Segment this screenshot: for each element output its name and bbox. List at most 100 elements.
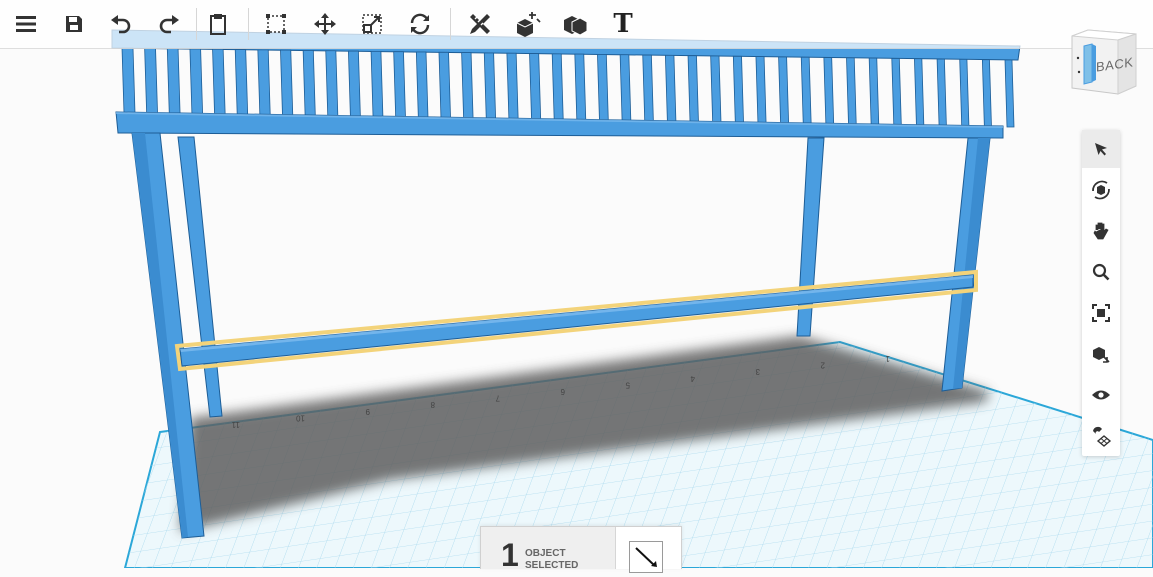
pan-tool[interactable] — [1082, 212, 1120, 250]
baluster[interactable] — [438, 51, 451, 119]
baluster[interactable] — [755, 56, 767, 124]
undo-button[interactable] — [101, 4, 141, 44]
fit-frame-icon — [1092, 304, 1110, 322]
text-t-icon: T — [613, 9, 633, 39]
baluster[interactable] — [415, 51, 429, 119]
scale-icon — [362, 14, 382, 34]
baluster[interactable] — [212, 48, 226, 115]
undo-icon — [111, 15, 131, 34]
magnifier-icon — [1092, 263, 1110, 281]
baluster[interactable] — [597, 54, 609, 121]
baluster[interactable] — [325, 50, 339, 117]
redo-button[interactable] — [149, 4, 189, 44]
grid-tick-label: 5 — [625, 380, 630, 389]
menu-button[interactable] — [6, 4, 46, 44]
orbit-tool[interactable] — [1082, 171, 1120, 209]
paste-button[interactable] — [198, 4, 238, 44]
workplane-viewport[interactable]: 11 10 9 8 7 6 5 4 3 2 1 — [0, 0, 1153, 568]
grid-tick-label: 3 — [755, 367, 760, 376]
baluster[interactable] — [483, 52, 497, 120]
baluster[interactable] — [619, 54, 632, 122]
baluster[interactable] — [710, 55, 722, 123]
cube-arrows-icon — [516, 12, 541, 37]
cube-button[interactable] — [507, 4, 547, 44]
zoom-tool[interactable] — [1082, 253, 1120, 291]
selection-summary: 1 OBJECT SELECTED — [481, 527, 616, 573]
grid-tick-label: 1 — [885, 354, 890, 363]
cube-view-icon — [1093, 347, 1110, 363]
bounding-box-icon — [266, 14, 286, 34]
baluster[interactable] — [529, 53, 542, 120]
baluster[interactable] — [302, 50, 316, 117]
edit-shape-button[interactable] — [629, 541, 663, 573]
grid-tick-label: 2 — [820, 361, 825, 370]
selection-panel: 1 OBJECT SELECTED — [480, 526, 682, 573]
selection-label-line1: OBJECT — [525, 548, 566, 559]
baluster[interactable] — [393, 51, 406, 118]
save-button[interactable] — [54, 4, 94, 44]
selection-count: 1 — [501, 537, 519, 573]
baluster[interactable] — [121, 47, 136, 114]
hamburger-icon — [16, 16, 36, 32]
perspective-tool[interactable] — [1082, 335, 1120, 373]
baluster[interactable] — [800, 56, 812, 125]
fit-view-tool[interactable] — [1082, 294, 1120, 332]
baluster[interactable] — [1004, 59, 1015, 128]
snap-tool[interactable] — [1082, 417, 1120, 455]
baluster[interactable] — [891, 58, 902, 126]
baluster[interactable] — [981, 59, 992, 128]
baluster[interactable] — [574, 53, 587, 121]
baluster[interactable] — [551, 53, 564, 121]
baluster[interactable] — [144, 47, 158, 114]
grid-tick-label: 6 — [560, 387, 565, 396]
rotate-button[interactable] — [400, 4, 440, 44]
group-button[interactable] — [555, 4, 595, 44]
floppy-disk-icon — [66, 16, 82, 32]
hand-icon — [1093, 222, 1109, 240]
text-button[interactable]: T — [603, 4, 643, 44]
baluster[interactable] — [257, 49, 271, 116]
baluster[interactable] — [868, 57, 880, 126]
grid-tick-label: 9 — [365, 407, 370, 416]
baluster[interactable] — [936, 58, 947, 127]
ruler-pencil-icon — [470, 14, 490, 34]
grid-tick-label: 4 — [690, 374, 695, 383]
move-button[interactable] — [305, 4, 345, 44]
clipboard-icon — [210, 14, 226, 35]
select-bounding-button[interactable] — [256, 4, 296, 44]
grid-tick-label: 10 — [296, 413, 305, 422]
orbit-icon — [1092, 180, 1110, 200]
baluster[interactable] — [189, 48, 204, 115]
magnet-grid-icon — [1093, 426, 1112, 447]
baluster[interactable] — [370, 50, 384, 118]
baluster[interactable] — [687, 55, 699, 123]
scale-button[interactable] — [352, 4, 392, 44]
baluster[interactable] — [642, 54, 654, 122]
baluster[interactable] — [959, 58, 970, 127]
baluster[interactable] — [347, 50, 361, 117]
baluster[interactable] — [461, 52, 474, 119]
move-arrows-icon — [314, 13, 336, 35]
selection-label-line2: SELECTED — [525, 560, 579, 571]
grid-tick-label: 7 — [495, 394, 500, 403]
top-toolbar: T — [0, 0, 1153, 49]
eye-icon — [1092, 390, 1110, 400]
baluster[interactable] — [778, 56, 790, 124]
rotate-icon — [410, 13, 430, 35]
baluster[interactable] — [914, 58, 925, 126]
measure-button[interactable] — [460, 4, 500, 44]
view-tools-sidebar — [1082, 130, 1120, 456]
pointer-arrow-icon — [1095, 143, 1107, 156]
baluster[interactable] — [506, 52, 519, 120]
baluster[interactable] — [280, 49, 294, 116]
baluster[interactable] — [846, 57, 857, 125]
grid-tick-label: 11 — [231, 420, 240, 429]
grid-tick-label: 8 — [430, 400, 435, 409]
baluster[interactable] — [664, 54, 677, 123]
select-tool[interactable] — [1082, 130, 1120, 168]
baluster[interactable] — [823, 57, 835, 125]
baluster[interactable] — [732, 55, 744, 124]
baluster[interactable] — [166, 48, 181, 115]
baluster[interactable] — [234, 49, 249, 116]
visibility-tool[interactable] — [1082, 376, 1120, 414]
